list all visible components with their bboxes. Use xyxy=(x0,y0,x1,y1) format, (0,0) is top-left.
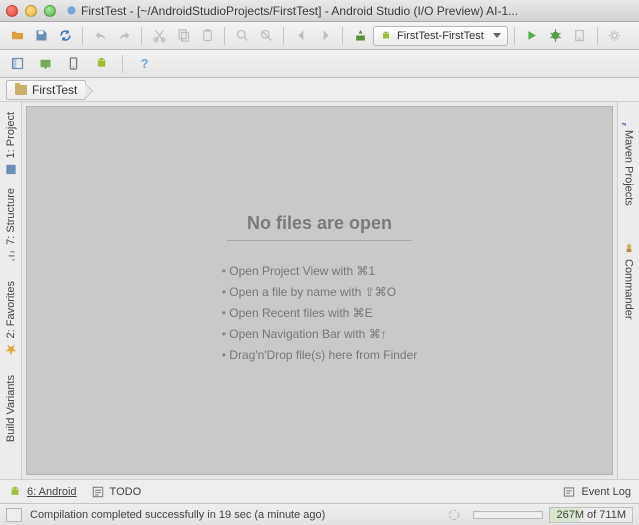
debug-icon[interactable] xyxy=(545,25,567,47)
folder-icon xyxy=(15,85,27,95)
hint-item: Open Recent files with ⌘E xyxy=(222,306,418,320)
hint-item: Open Project View with ⌘1 xyxy=(222,264,418,278)
maven-icon: m xyxy=(622,112,636,126)
tool-window-project[interactable]: 1: Project xyxy=(2,106,20,182)
run-icon[interactable] xyxy=(521,25,543,47)
back-icon[interactable] xyxy=(290,25,312,47)
forward-icon[interactable] xyxy=(314,25,336,47)
titlebar: FirstTest - [~/AndroidStudioProjects/Fir… xyxy=(0,0,639,22)
hint-item: Open Navigation Bar with ⌘↑ xyxy=(222,327,418,341)
sync-icon[interactable] xyxy=(54,25,76,47)
tool-window-favorites[interactable]: 2: Favorites xyxy=(2,275,20,362)
window-title: FirstTest - [~/AndroidStudioProjects/Fir… xyxy=(81,4,633,18)
secondary-toolbar: ? xyxy=(0,50,639,78)
tool-window-event-log[interactable]: Event Log xyxy=(562,485,631,499)
run-configuration-dropdown[interactable]: FirstTest-FirstTest xyxy=(373,26,508,46)
open-icon[interactable] xyxy=(6,25,28,47)
breadcrumb-root-label: FirstTest xyxy=(32,83,77,97)
tool-window-android[interactable]: 6: Android xyxy=(8,485,77,499)
memory-indicator[interactable]: 267M of 711M xyxy=(549,507,633,523)
right-gutter: m Maven Projects Commander xyxy=(617,102,639,479)
make-project-icon[interactable] xyxy=(349,25,371,47)
save-all-icon[interactable] xyxy=(30,25,52,47)
structure-icon xyxy=(4,249,18,263)
bottom-toolbar: 6: Android TODO Event Log xyxy=(0,479,639,503)
help-icon[interactable]: ? xyxy=(133,53,155,75)
svg-text:m: m xyxy=(622,123,629,127)
android-icon xyxy=(380,30,392,42)
avd-manager-icon[interactable] xyxy=(62,53,84,75)
status-message: Compilation completed successfully in 19… xyxy=(30,509,325,521)
main-toolbar: FirstTest-FirstTest xyxy=(0,22,639,50)
todo-icon xyxy=(91,485,105,499)
event-log-label: Event Log xyxy=(581,486,631,498)
hint-item: Open a file by name with ⇧⌘O xyxy=(222,285,418,299)
close-window-button[interactable] xyxy=(6,5,18,17)
favorites-label: 2: Favorites xyxy=(5,281,17,338)
copy-icon[interactable] xyxy=(172,25,194,47)
tool-window-maven[interactable]: m Maven Projects xyxy=(620,106,638,212)
status-bar: Compilation completed successfully in 19… xyxy=(0,503,639,525)
hint-item: Drag'n'Drop file(s) here from Finder xyxy=(222,348,418,362)
editor-empty-heading: No files are open xyxy=(227,213,412,241)
sdk-manager-icon[interactable] xyxy=(34,53,56,75)
project-icon xyxy=(4,162,18,176)
status-toggle-icon[interactable] xyxy=(6,508,22,522)
project-structure-icon[interactable] xyxy=(6,53,28,75)
undo-icon[interactable] xyxy=(89,25,111,47)
maven-label: Maven Projects xyxy=(623,130,635,206)
android-label: 6: Android xyxy=(27,486,77,498)
build-variants-label: Build Variants xyxy=(5,375,17,442)
project-label: 1: Project xyxy=(5,112,17,158)
event-log-icon xyxy=(562,485,576,499)
chevron-down-icon xyxy=(493,33,501,38)
commander-label: Commander xyxy=(623,259,635,320)
window-controls xyxy=(6,5,56,17)
android-monitor-icon[interactable] xyxy=(90,53,112,75)
minimize-window-button[interactable] xyxy=(25,5,37,17)
paste-icon[interactable] xyxy=(196,25,218,47)
app-icon xyxy=(66,5,77,16)
tool-window-commander[interactable]: Commander xyxy=(620,235,638,326)
editor-area[interactable]: No files are open Open Project View with… xyxy=(26,106,613,475)
redo-icon[interactable] xyxy=(113,25,135,47)
replace-icon[interactable] xyxy=(255,25,277,47)
left-gutter: 1: Project 7: Structure 2: Favorites Bui… xyxy=(0,102,22,479)
tool-window-build-variants[interactable]: Build Variants xyxy=(3,369,19,448)
android-icon xyxy=(8,485,22,499)
star-icon xyxy=(4,343,18,357)
main-body: 1: Project 7: Structure 2: Favorites Bui… xyxy=(0,102,639,479)
todo-label: TODO xyxy=(110,486,142,498)
memory-text: 267M of 711M xyxy=(556,509,626,521)
progress-bar xyxy=(473,511,543,519)
attach-debugger-icon[interactable] xyxy=(569,25,591,47)
settings-icon[interactable] xyxy=(604,25,626,47)
tool-window-todo[interactable]: TODO xyxy=(91,485,142,499)
breadcrumb-bar: FirstTest xyxy=(0,78,639,102)
cut-icon[interactable] xyxy=(148,25,170,47)
zoom-window-button[interactable] xyxy=(44,5,56,17)
find-icon[interactable] xyxy=(231,25,253,47)
structure-label: 7: Structure xyxy=(5,188,17,245)
breadcrumb-root[interactable]: FirstTest xyxy=(6,80,86,100)
spinner-icon xyxy=(447,508,461,522)
editor-hints: Open Project View with ⌘1 Open a file by… xyxy=(222,257,418,369)
commander-icon xyxy=(622,241,636,255)
svg-text:?: ? xyxy=(140,57,148,71)
run-configuration-label: FirstTest-FirstTest xyxy=(397,30,484,42)
tool-window-structure[interactable]: 7: Structure xyxy=(2,182,20,269)
